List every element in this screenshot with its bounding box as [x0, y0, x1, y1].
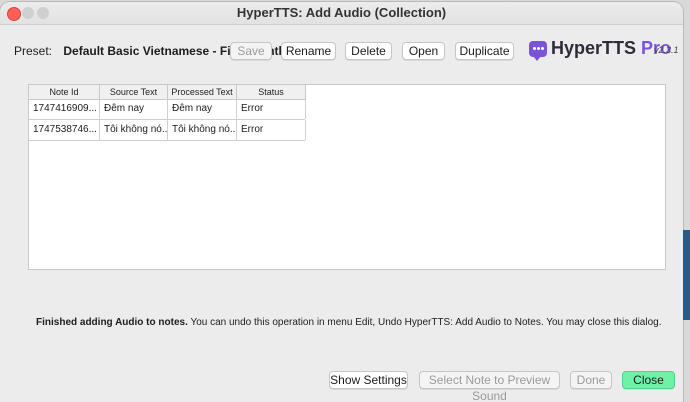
- status-message: Finished adding Audio to notes. You can …: [36, 317, 661, 328]
- header-note-id[interactable]: Note Id: [29, 85, 100, 99]
- preview-sound-button[interactable]: Select Note to Preview Sound: [419, 371, 560, 402]
- cell-status: Error: [237, 99, 306, 119]
- window-title: HyperTTS: Add Audio (Collection): [236, 5, 447, 20]
- header-status[interactable]: Status: [237, 85, 306, 99]
- header-source-text[interactable]: Source Text: [100, 85, 168, 99]
- results-table[interactable]: Note Id Source Text Processed Text Statu…: [28, 84, 666, 270]
- save-button[interactable]: Save: [230, 42, 272, 60]
- window-close-icon[interactable]: [7, 7, 21, 21]
- done-button[interactable]: Done: [570, 371, 612, 389]
- window-zoom-icon[interactable]: [37, 7, 49, 19]
- chat-bubble-icon: [529, 41, 547, 61]
- open-button[interactable]: Open: [402, 42, 445, 60]
- cell-source-text: Đêm nay: [100, 99, 168, 119]
- show-settings-button[interactable]: Show Settings: [329, 371, 408, 389]
- table-row[interactable]: 1747538746... Tôi không nó... Tôi không …: [29, 120, 306, 141]
- header-processed-text[interactable]: Processed Text: [168, 85, 237, 99]
- cell-status: Error: [237, 120, 306, 140]
- cell-processed-text: Tôi không nó...: [168, 120, 237, 140]
- preset-label: Preset:: [14, 44, 53, 58]
- window-minimize-icon[interactable]: [22, 7, 34, 19]
- status-message-rest: You can undo this operation in menu Edit…: [187, 317, 662, 328]
- background-window-edge: [683, 230, 690, 320]
- close-button[interactable]: Close: [622, 371, 675, 389]
- rename-button[interactable]: Rename: [281, 42, 336, 60]
- title-bar: HyperTTS: Add Audio (Collection): [0, 2, 683, 25]
- cell-processed-text: Đêm nay: [168, 99, 237, 119]
- table-header: Note Id Source Text Processed Text Statu…: [29, 85, 306, 100]
- table-row[interactable]: 1747416909... Đêm nay Đêm nay Error: [29, 99, 306, 120]
- hypertts-dialog-window: HyperTTS: Add Audio (Collection) Preset:…: [0, 2, 683, 402]
- status-message-bold: Finished adding Audio to notes.: [36, 317, 188, 328]
- delete-button[interactable]: Delete: [345, 42, 392, 60]
- cell-note-id: 1747416909...: [29, 99, 100, 119]
- version-label: v2.3.1: [654, 45, 679, 55]
- cell-source-text: Tôi không nó...: [100, 120, 168, 140]
- cell-note-id: 1747538746...: [29, 120, 100, 140]
- duplicate-button[interactable]: Duplicate: [455, 42, 514, 60]
- logo-name: HyperTTS: [551, 38, 637, 58]
